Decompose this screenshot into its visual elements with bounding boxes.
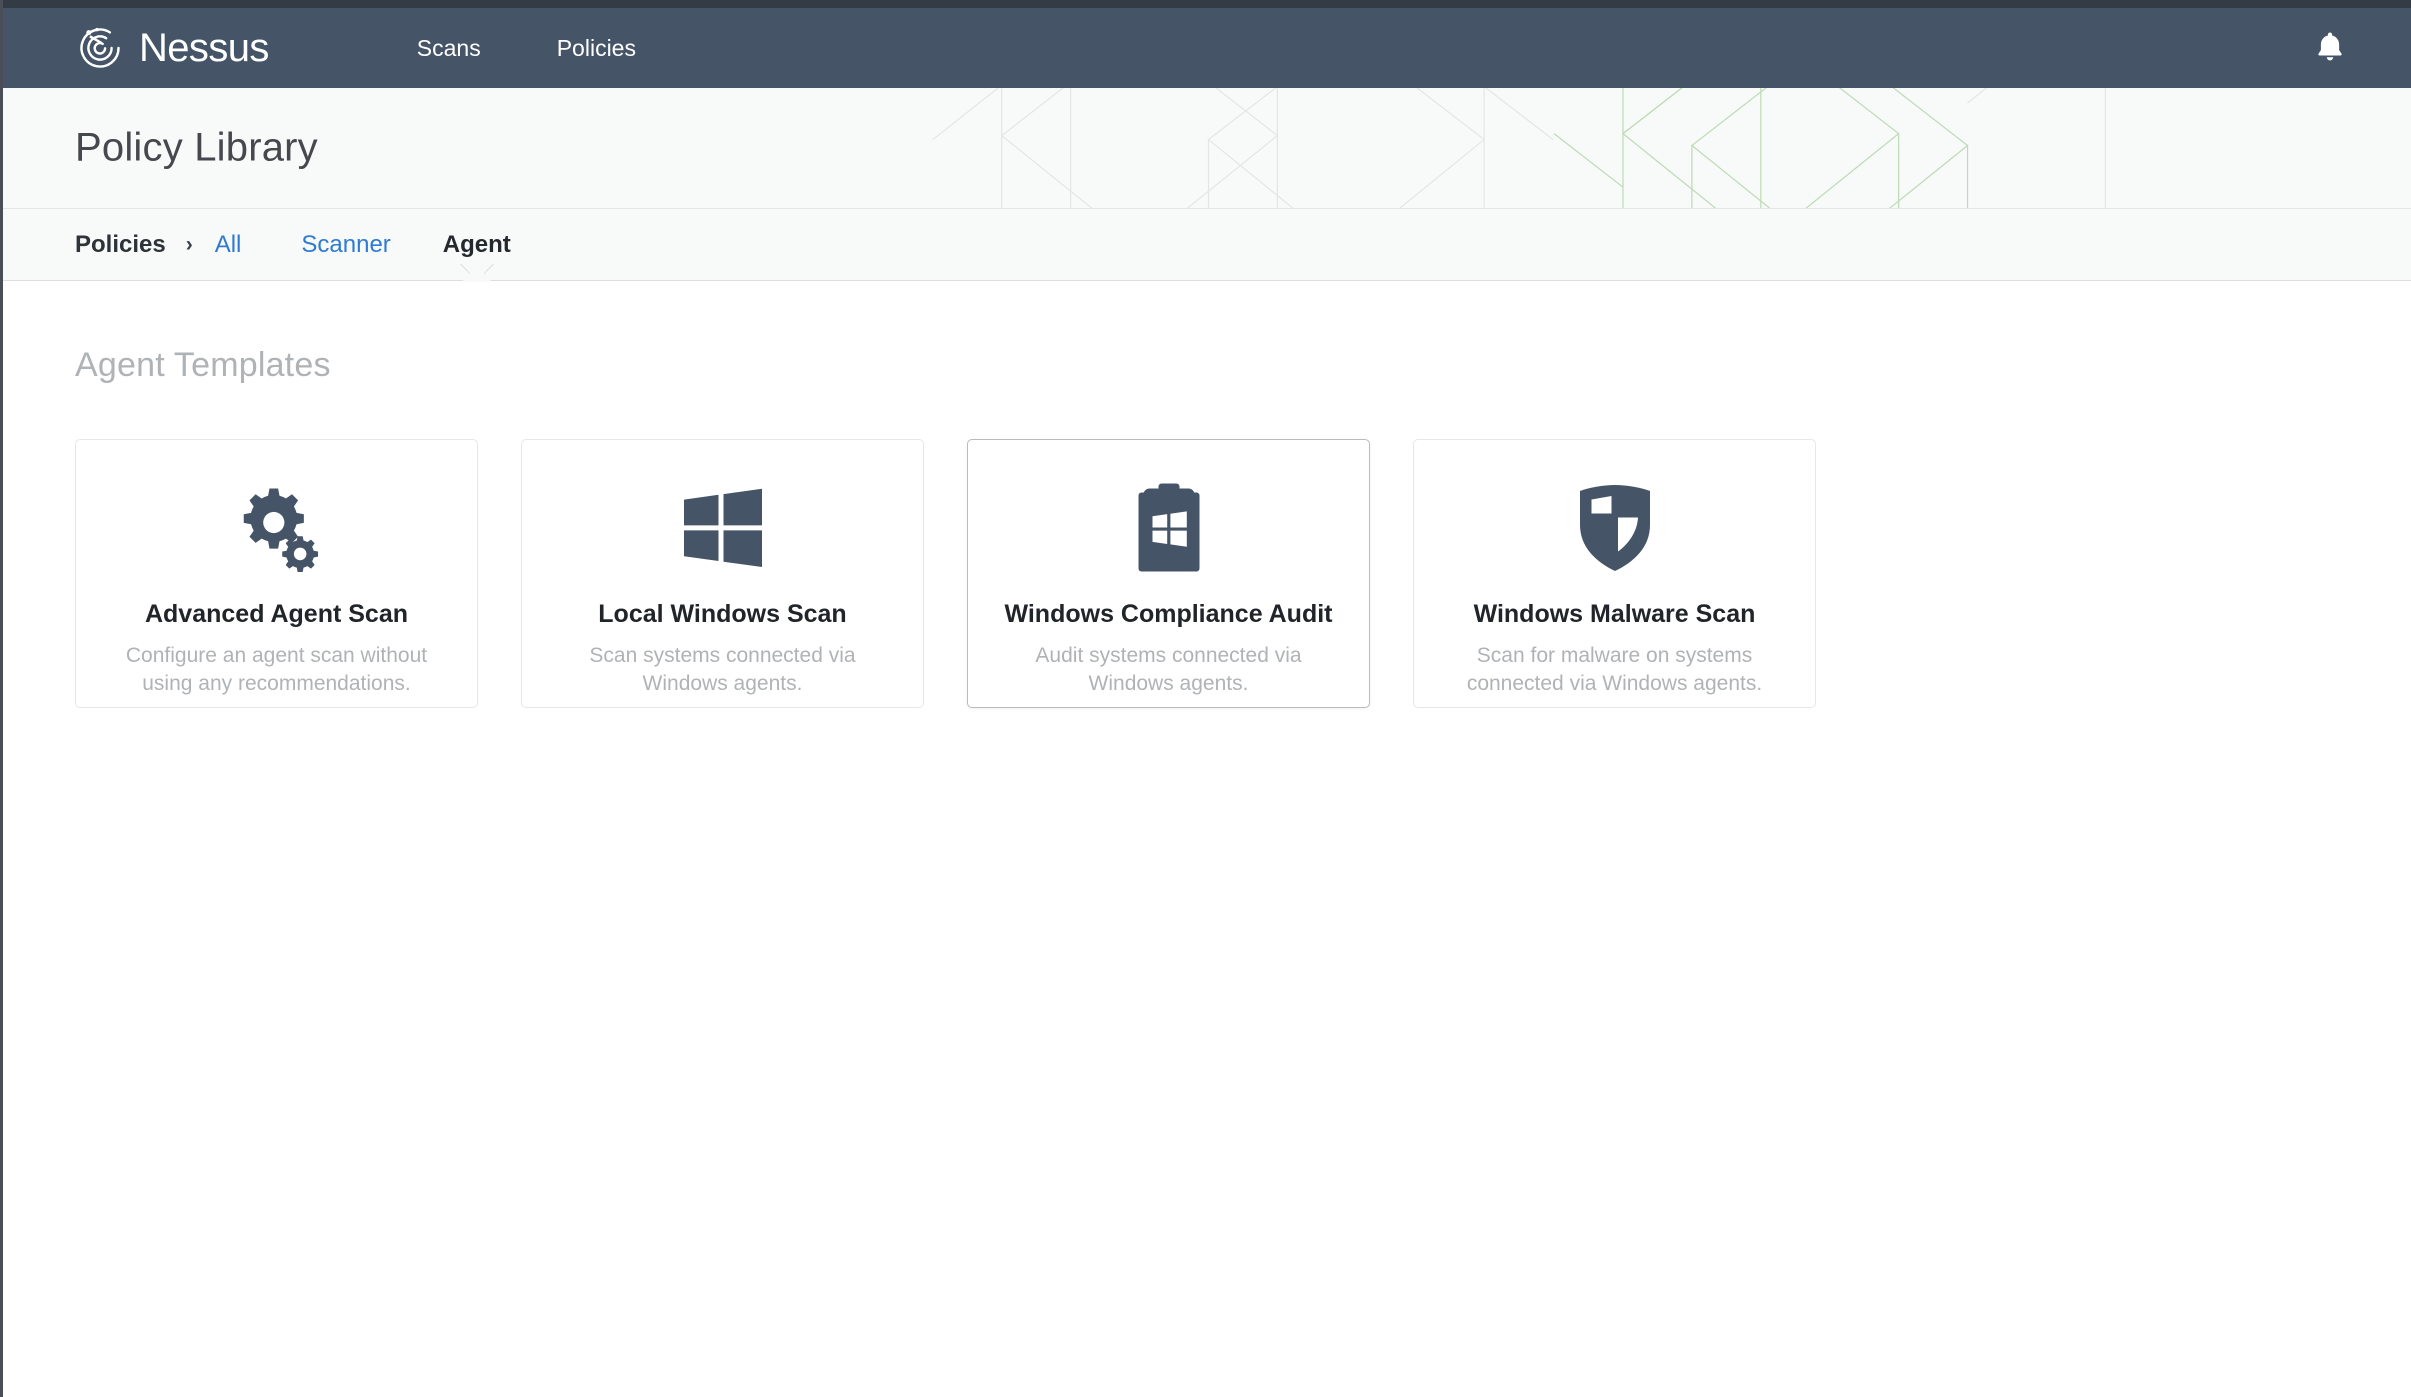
page-header: Policy Library [3,88,2411,209]
chevron-right-icon: › [185,232,193,256]
nessus-spiral-logo-icon [75,23,125,73]
breadcrumb-root-policies[interactable]: Policies [75,231,166,259]
template-description: Configure an agent scan without using an… [125,643,428,695]
brand-name: Nessus [139,26,269,70]
template-card-windows-compliance-audit[interactable]: Windows Compliance Audit Audit systems c… [967,439,1370,708]
template-grid: Advanced Agent Scan Configure an agent s… [75,439,2339,708]
breadcrumb: Policies › All Scanner Agent [3,209,2411,281]
page-title: Policy Library [75,125,318,170]
template-title: Local Windows Scan [598,600,847,628]
shield-icon [1575,478,1655,578]
policy-type-tabs: All Scanner Agent [215,209,537,281]
template-description: Scan systems connected via Windows agent… [589,643,856,695]
template-title: Windows Compliance Audit [1004,600,1333,628]
notifications-button[interactable] [2307,25,2353,71]
top-navbar: Nessus Scans Policies [3,8,2411,88]
nav-link-scans[interactable]: Scans [379,8,519,88]
nessus-app-window: Nessus Scans Policies Policy Library Pol… [0,0,2411,1397]
template-card-local-windows-scan[interactable]: Local Windows Scan Scan systems connecte… [521,439,924,708]
bell-icon [2315,31,2345,66]
template-card-advanced-agent-scan[interactable]: Advanced Agent Scan Configure an agent s… [75,439,478,708]
clipboard-windows-icon [1133,478,1205,578]
template-title: Advanced Agent Scan [144,600,409,628]
nav-link-policies[interactable]: Policies [519,8,674,88]
tab-scanner[interactable]: Scanner [275,209,416,281]
tab-all[interactable]: All [215,209,276,281]
top-accent-strip [3,0,2411,8]
template-description: Audit systems connected via Windows agen… [1035,643,1302,695]
gears-icon [231,478,323,578]
navbar-right-actions [2307,8,2353,88]
navbar-links: Scans Policies [379,8,674,88]
template-card-windows-malware-scan[interactable]: Windows Malware Scan Scan for malware on… [1413,439,1816,708]
template-description: Scan for malware on systems connected vi… [1466,643,1763,695]
template-title: Windows Malware Scan [1473,600,1756,628]
header-decorative-pattern [932,88,2106,208]
brand-logo-link[interactable]: Nessus [75,23,269,73]
main-content: Agent Templates Advanced Agent Scan Conf… [3,346,2411,708]
section-title-agent-templates: Agent Templates [75,346,331,384]
windows-logo-icon [681,478,765,578]
tab-agent[interactable]: Agent [417,209,537,281]
